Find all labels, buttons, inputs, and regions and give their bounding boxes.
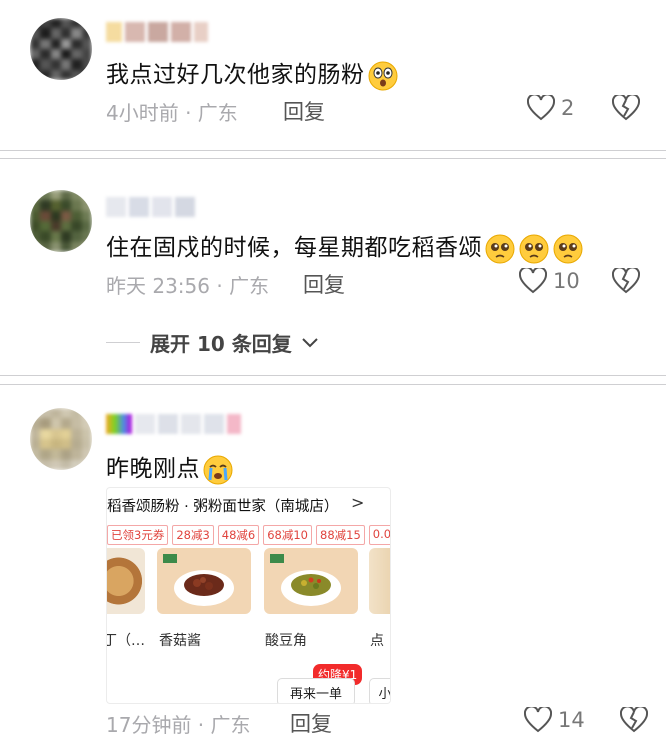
broken-heart-icon [619,705,649,733]
comment-time: 昨天 23:56 · 广东 [106,274,270,298]
coupon-tag: 68减10 [263,525,313,545]
comment-text: 我点过好几次他家的肠粉 [106,55,399,92]
dish-label: 香菇酱 [159,633,201,649]
username-blurred[interactable] [106,197,195,219]
comment-time: 17分钟前 · 广东 [106,713,251,737]
heart-icon [524,707,552,733]
pleading-face-icon [485,234,515,263]
chevron-down-icon [302,337,318,347]
like-button[interactable]: 2 [527,95,574,121]
expand-label: 展开 10 条回复 [150,332,292,356]
mushroom-sauce-dish-icon[interactable] [157,548,251,614]
coupon-row: 已领3元券 28减3 48减6 68减10 88减15 0.07 [107,525,390,545]
more-button[interactable]: 小 [369,678,390,703]
coupon-tag: 88减15 [316,525,365,545]
expand-replies-button[interactable]: 展开 10 条回复 [106,328,318,357]
reply-button[interactable]: 回复 [283,96,325,126]
reply-button[interactable]: 回复 [303,269,345,299]
divider [0,375,666,376]
like-count: 2 [561,96,575,120]
username-blurred[interactable] [106,22,208,44]
reorder-button[interactable]: 再来一单 [277,678,355,703]
dish-icon[interactable] [369,548,390,614]
dish-label: 丁（… [106,633,145,649]
avatar[interactable] [30,408,92,470]
like-button[interactable]: 14 [524,707,585,733]
more-indicator-icon: i [390,496,391,510]
chevron-right-icon[interactable]: > [351,493,364,512]
dish-label: 点 [370,633,384,649]
pleading-face-icon [519,234,549,263]
like-count: 14 [558,708,585,732]
username-blurred[interactable] [106,414,241,436]
divider [0,150,666,151]
coupon-tag: 0.07 [368,525,390,545]
broken-heart-icon [611,266,641,294]
heart-icon [527,95,555,121]
comment-text: 住在固戍的时候，每星期都吃稻香颂 [106,228,584,265]
like-button[interactable]: 10 [519,268,580,294]
comment-time: 4小时前 · 广东 [106,101,238,125]
dislike-button[interactable] [611,266,641,298]
reply-button[interactable]: 回复 [290,708,332,738]
mushroom-sauce-image [163,554,234,606]
dislike-button[interactable] [611,93,641,125]
crying-face-icon [203,455,233,484]
like-count: 10 [553,269,580,293]
shop-card[interactable]: 稻香颂肠粉 · 粥粉面世家（南城店） > i 已领3元券 28减3 48减6 6… [106,487,391,704]
surprised-emoji-icon [368,61,397,90]
shop-title[interactable]: 稻香颂肠粉 · 粥粉面世家（南城店） [107,495,338,516]
divider [0,158,666,159]
noodle-dish-icon[interactable] [107,548,145,614]
avatar[interactable] [30,190,92,252]
divider [0,384,666,385]
pleading-face-icon [553,234,583,263]
coupon-tag: 28减3 [172,525,214,545]
coupon-tag[interactable]: 已领3元券 [107,525,169,545]
avatar[interactable] [30,18,92,80]
coupon-tag: 48减6 [217,525,260,545]
pickled-beans-dish-icon[interactable] [264,548,358,614]
dish-label: 酸豆角 [265,633,307,649]
broken-heart-icon [611,93,641,121]
pickled-beans-image [270,554,341,606]
dislike-button[interactable] [619,705,649,737]
expand-line [106,342,140,343]
comment-text: 昨晚刚点 [106,449,234,486]
heart-icon [519,268,547,294]
